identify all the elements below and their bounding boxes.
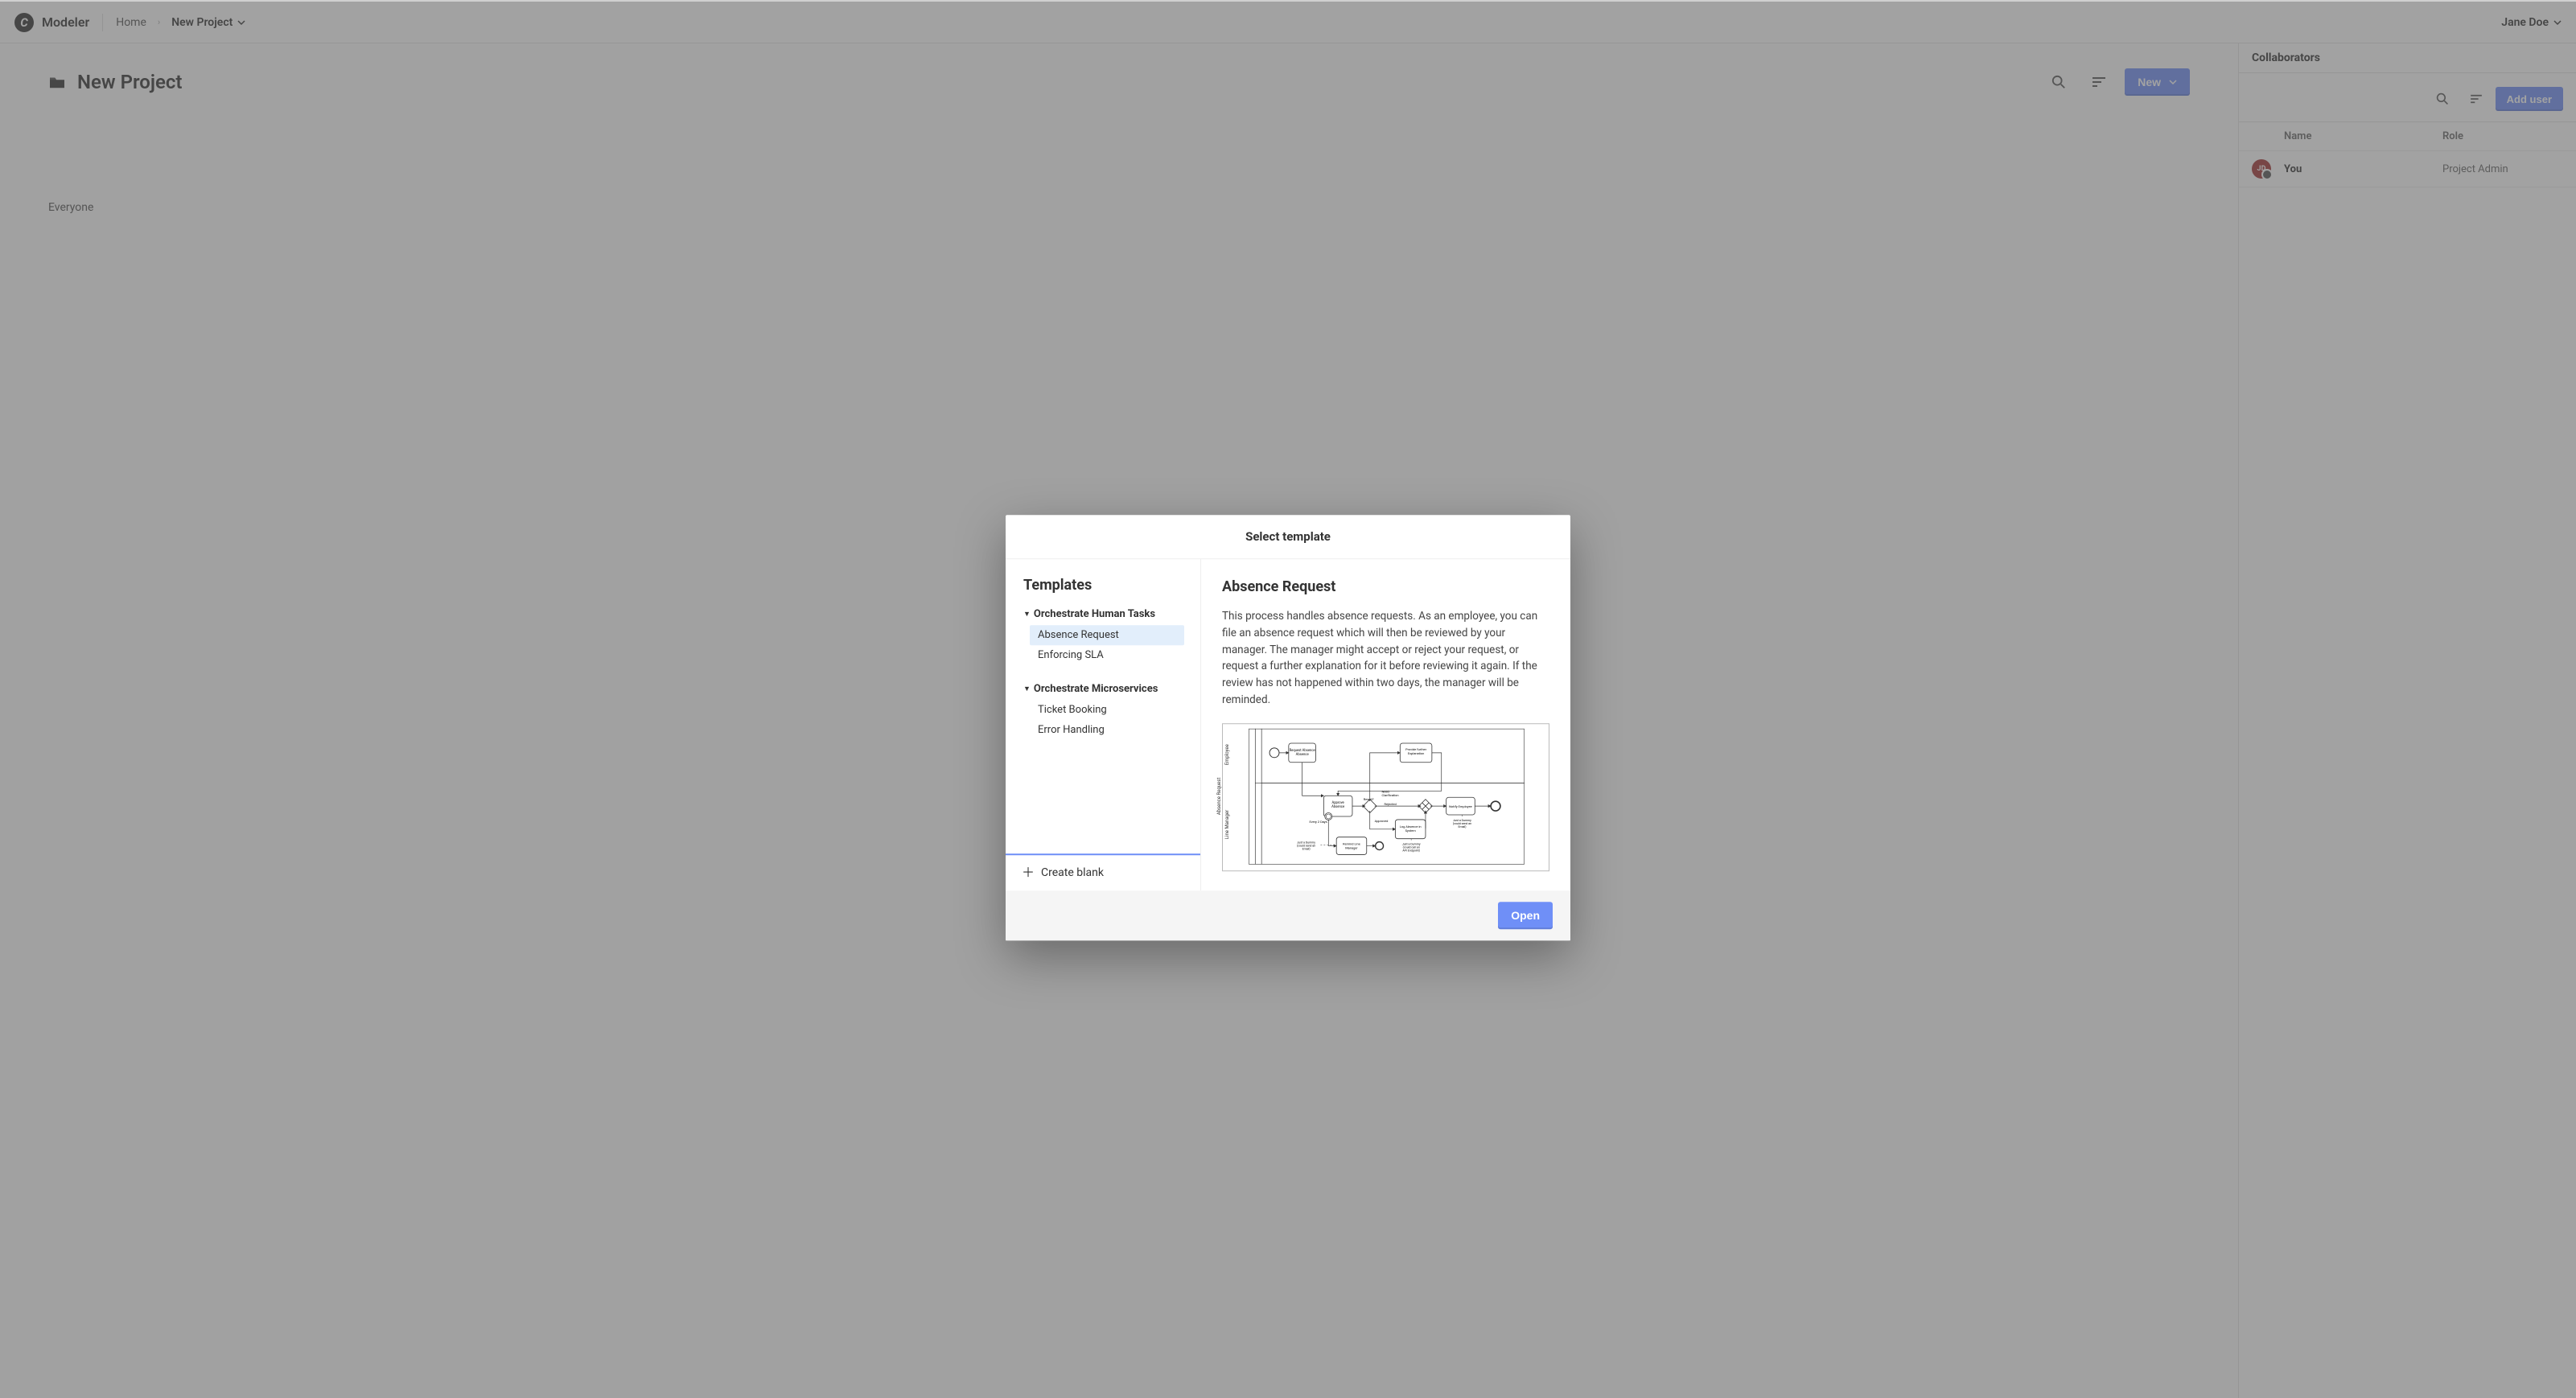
create-blank-button[interactable]: ＋ Create blank — [1006, 853, 1200, 890]
svg-text:Manager: Manager — [1345, 846, 1358, 850]
triangle-down-icon: ▼ — [1023, 685, 1031, 693]
templates-sidebar: Templates ▼ Orchestrate Human Tasks Abse… — [1006, 559, 1201, 891]
svg-text:Email): Email) — [1302, 848, 1311, 851]
svg-text:Every 2 Days: Every 2 Days — [1310, 820, 1327, 824]
svg-text:Rejected: Rejected — [1385, 802, 1397, 806]
template-group: ▼ Orchestrate Human Tasks Absence Reques… — [1023, 608, 1184, 665]
template-item-ticket-booking[interactable]: Ticket Booking — [1030, 700, 1184, 720]
svg-text:Absence: Absence — [1331, 805, 1345, 809]
template-item-enforcing-sla[interactable]: Enforcing SLA — [1030, 645, 1184, 665]
svg-text:Explanation: Explanation — [1408, 751, 1424, 755]
select-template-modal: Select template Templates ▼ Orchestrate … — [1006, 515, 1570, 941]
plus-icon: ＋ — [1022, 866, 1035, 879]
template-item-absence-request[interactable]: Absence Request — [1030, 625, 1184, 645]
svg-text:System: System — [1405, 829, 1417, 833]
triangle-down-icon: ▼ — [1023, 610, 1031, 619]
template-group: ▼ Orchestrate Microservices Ticket Booki… — [1023, 683, 1184, 740]
template-detail-description: This process handles absence requests. A… — [1222, 608, 1549, 709]
template-group-toggle[interactable]: ▼ Orchestrate Microservices — [1023, 683, 1184, 695]
modal-footer: Open — [1006, 890, 1570, 940]
create-blank-label: Create blank — [1041, 866, 1104, 879]
svg-text:Approved: Approved — [1375, 819, 1389, 823]
svg-text:Absence: Absence — [1296, 753, 1310, 757]
template-detail-title: Absence Request — [1222, 578, 1549, 595]
lane-label-pool: Absence Request — [1216, 748, 1222, 845]
bpmn-diagram-svg: Request Absence Absence Provide further … — [1223, 724, 1549, 870]
modal-title: Select template — [1006, 515, 1570, 559]
open-button-label: Open — [1511, 909, 1540, 922]
svg-text:API Endpoint): API Endpoint) — [1402, 849, 1420, 853]
svg-text:Result?: Result? — [1364, 797, 1374, 801]
bpmn-diagram-preview: Employee Absence Request Line Manager — [1222, 723, 1549, 871]
template-detail: Absence Request This process handles abs… — [1201, 559, 1570, 891]
template-group-title: Orchestrate Human Tasks — [1034, 608, 1155, 620]
svg-text:Notify Employee: Notify Employee — [1449, 804, 1472, 808]
template-item-error-handling[interactable]: Error Handling — [1030, 720, 1184, 740]
svg-text:Email): Email) — [1458, 825, 1466, 829]
lane-label-line-manager: Line Manager — [1224, 788, 1230, 861]
template-group-toggle[interactable]: ▼ Orchestrate Human Tasks — [1023, 608, 1184, 620]
templates-heading: Templates — [1023, 577, 1184, 594]
lane-label-employee: Employee — [1224, 730, 1230, 779]
open-button[interactable]: Open — [1498, 902, 1553, 929]
svg-text:Clarification: Clarification — [1382, 793, 1399, 797]
template-group-title: Orchestrate Microservices — [1034, 683, 1158, 695]
